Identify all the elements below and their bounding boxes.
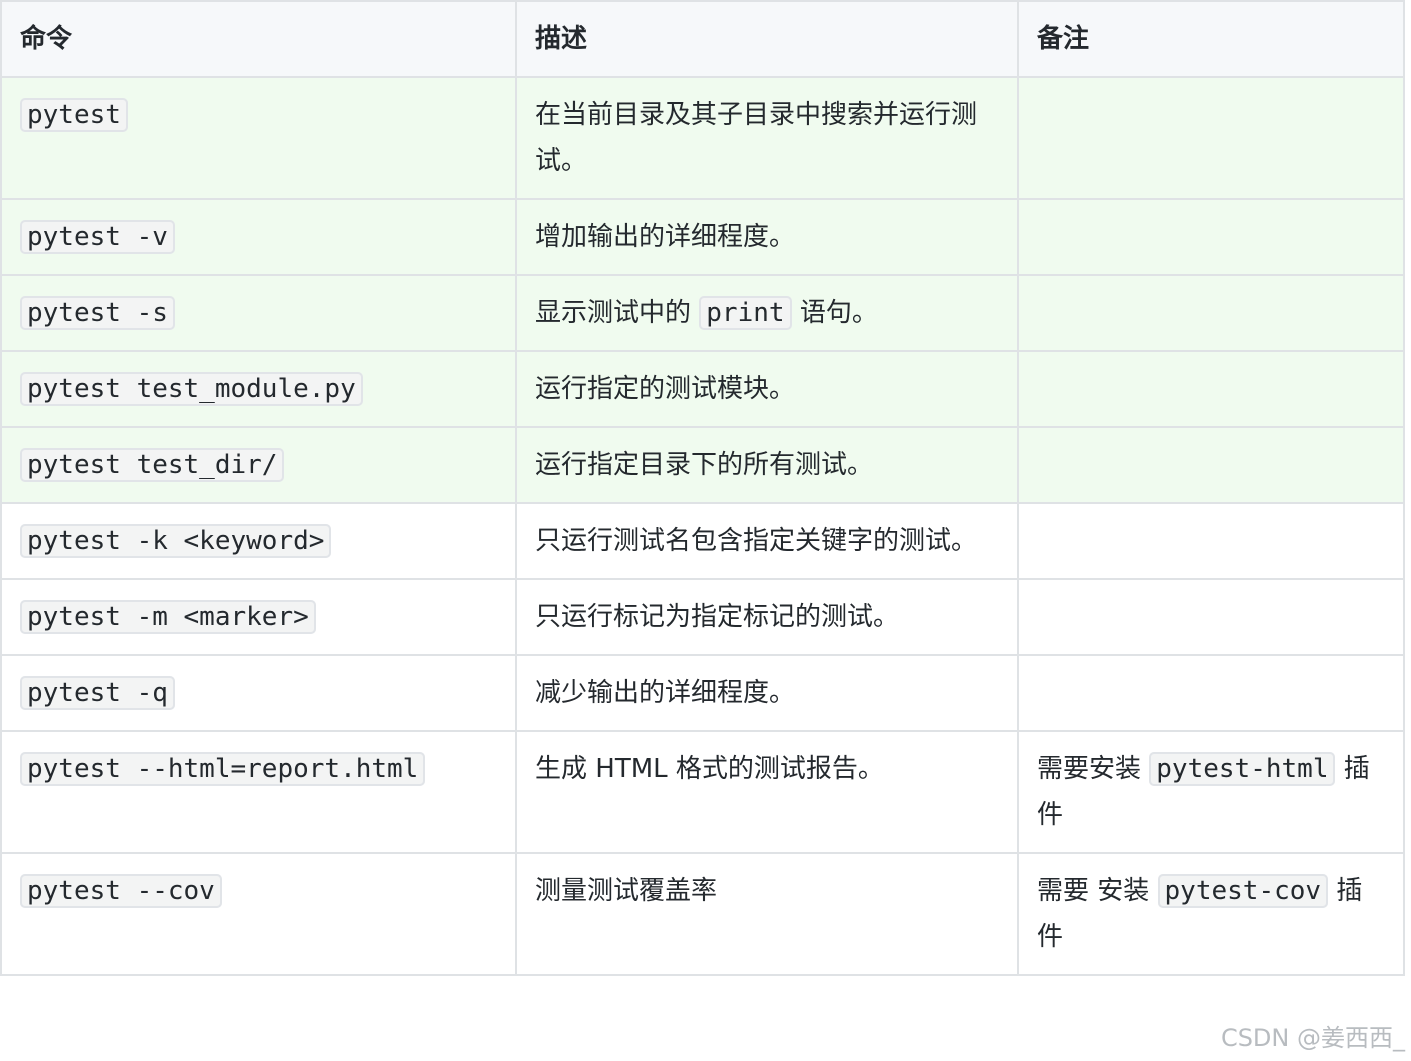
table-row: pytest --cov 测量测试覆盖率 需要 安装 pytest-cov 插件: [0, 852, 1405, 976]
note-cell: [1017, 502, 1405, 580]
command-cell: pytest -q: [0, 654, 517, 732]
command-code: pytest test_module.py: [20, 372, 363, 406]
note-text: 需要安装: [1037, 754, 1142, 784]
description-cell: 减少输出的详细程度。: [515, 654, 1019, 732]
note-cell: 需要 安装 pytest-cov 插件: [1017, 852, 1405, 976]
description-cell: 运行指定的测试模块。: [515, 350, 1019, 428]
table-row: pytest -m <marker> 只运行标记为指定标记的测试。: [0, 578, 1405, 656]
description-cell: 增加输出的详细程度。: [515, 198, 1019, 276]
table-row: pytest -s 显示测试中的 print 语句。: [0, 274, 1405, 352]
description-text: 只运行标记为指定标记的测试。: [535, 602, 900, 632]
command-cell: pytest: [0, 76, 517, 200]
command-code: pytest test_dir/: [20, 448, 285, 482]
description-text: 测量测试覆盖率: [535, 876, 718, 906]
command-code: pytest -v: [20, 220, 175, 254]
command-code: pytest --cov: [20, 874, 222, 908]
header-description: 描述: [515, 0, 1019, 78]
table-row: pytest -q 减少输出的详细程度。: [0, 654, 1405, 732]
note-cell: [1017, 350, 1405, 428]
header-note: 备注: [1017, 0, 1405, 78]
description-text: 在当前目录及其子目录中搜索并运行测试。: [535, 100, 978, 176]
note-cell: [1017, 578, 1405, 656]
description-text: 运行指定的测试模块。: [535, 374, 796, 404]
command-cell: pytest test_module.py: [0, 350, 517, 428]
command-cell: pytest --html=report.html: [0, 730, 517, 854]
note-cell: [1017, 198, 1405, 276]
note-text: 需要 安装: [1037, 876, 1150, 906]
command-cell: pytest --cov: [0, 852, 517, 976]
description-text: 生成 HTML 格式的测试报告。: [535, 754, 884, 784]
description-text: 显示测试中的: [535, 298, 692, 328]
command-code: pytest: [20, 98, 128, 132]
table-header-row: 命令 描述 备注: [0, 0, 1405, 78]
description-cell: 显示测试中的 print 语句。: [515, 274, 1019, 352]
note-inline-code: pytest-html: [1149, 752, 1336, 786]
description-cell: 测量测试覆盖率: [515, 852, 1019, 976]
note-cell: [1017, 426, 1405, 504]
description-text: 运行指定目录下的所有测试。: [535, 450, 874, 480]
description-cell: 运行指定目录下的所有测试。: [515, 426, 1019, 504]
description-text: 只运行测试名包含指定关键字的测试。: [535, 526, 978, 556]
description-inline-code: print: [699, 296, 792, 330]
command-cell: pytest -s: [0, 274, 517, 352]
table-row: pytest test_dir/运行指定目录下的所有测试。: [0, 426, 1405, 504]
command-code: pytest -q: [20, 676, 175, 710]
command-code: pytest -k <keyword>: [20, 524, 332, 558]
command-table: 命令 描述 备注 pytest 在当前目录及其子目录中搜索并运行测试。 pytest…: [0, 0, 1405, 976]
csdn-watermark: CSDN @姜西西_: [1220, 1024, 1405, 1052]
description-cell: 在当前目录及其子目录中搜索并运行测试。: [515, 76, 1019, 200]
command-cell: pytest test_dir/: [0, 426, 517, 504]
description-text-after: 语句。: [799, 298, 878, 328]
command-code: pytest -s: [20, 296, 175, 330]
table-row: pytest -v 增加输出的详细程度。: [0, 198, 1405, 276]
command-cell: pytest -v: [0, 198, 517, 276]
description-cell: 只运行标记为指定标记的测试。: [515, 578, 1019, 656]
table-row: pytest 在当前目录及其子目录中搜索并运行测试。: [0, 76, 1405, 200]
note-cell: [1017, 274, 1405, 352]
command-code: pytest -m <marker>: [20, 600, 316, 634]
note-inline-code: pytest-cov: [1157, 874, 1329, 908]
description-text: 增加输出的详细程度。: [535, 222, 796, 252]
note-cell: [1017, 76, 1405, 200]
table-row: pytest -k <keyword> 只运行测试名包含指定关键字的测试。: [0, 502, 1405, 580]
note-cell: 需要安装 pytest-html 插件: [1017, 730, 1405, 854]
header-command: 命令: [0, 0, 517, 78]
table-row: pytest --html=report.html 生成 HTML 格式的测试报告…: [0, 730, 1405, 854]
command-cell: pytest -k <keyword>: [0, 502, 517, 580]
description-text: 减少输出的详细程度。: [535, 678, 796, 708]
note-cell: [1017, 654, 1405, 732]
description-cell: 生成 HTML 格式的测试报告。: [515, 730, 1019, 854]
description-cell: 只运行测试名包含指定关键字的测试。: [515, 502, 1019, 580]
command-code: pytest --html=report.html: [20, 752, 426, 786]
table-row: pytest test_module.py 运行指定的测试模块。: [0, 350, 1405, 428]
command-cell: pytest -m <marker>: [0, 578, 517, 656]
